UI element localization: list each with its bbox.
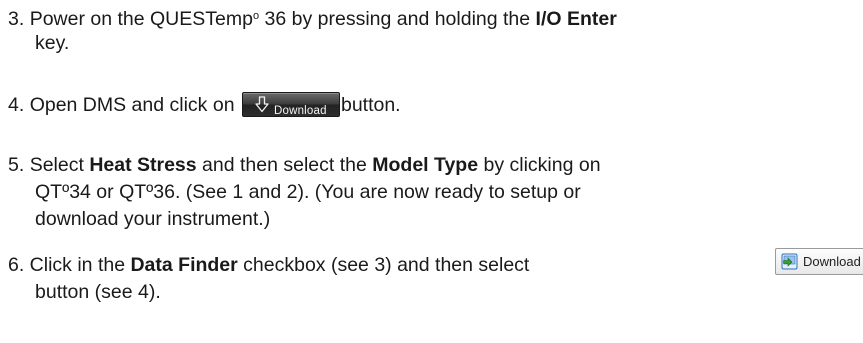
download-device-icon (781, 253, 798, 270)
step-3-text-a: Power on the QUESTemp (29, 8, 253, 30)
step-5-number: 5. (8, 154, 25, 176)
step-5-text-c: by clicking on (478, 154, 601, 176)
step-6-line-2-text: button (see 4). (35, 281, 161, 303)
step-3-text-b: 36 by pressing and holding the (259, 8, 536, 30)
step-6-text-b: checkbox (see 3) and then select (237, 254, 530, 276)
step-5-line-2: QTº34 or QTº36. (See 1 and 2). (You are … (8, 179, 581, 206)
step-4-text-a: Open DMS and click on (29, 94, 235, 116)
step-4: 4. Open DMS and click on Download button… (8, 92, 401, 119)
step-5: 5. Select Heat Stress and then select th… (8, 152, 601, 179)
model-type-label: Model Type (372, 154, 479, 176)
data-finder-download-button[interactable]: Download (775, 248, 863, 275)
dms-download-button-label: Download (273, 105, 327, 117)
step-5-text-b: and then select the (196, 154, 373, 176)
step-5-text-a: Select (29, 154, 90, 176)
download-arrow-icon (255, 96, 269, 113)
step-5-line-3: download your instrument.) (8, 206, 270, 233)
step-3-number: 3. (8, 8, 25, 30)
io-enter-key: I/O Enter (535, 8, 617, 30)
step-6-number: 6. (8, 254, 25, 276)
step-3: 3. Power on the QUESTempo 36 by pressing… (8, 3, 617, 33)
heat-stress-label: Heat Stress (89, 154, 197, 176)
data-finder-label: Data Finder (130, 254, 238, 276)
dms-download-button[interactable]: Download (241, 92, 340, 117)
step-5-line-2-text: QTº34 or QTº36. (See 1 and 2). (You are … (35, 181, 581, 203)
step-4-text-b: button. (340, 94, 401, 116)
step-5-line-3-text: download your instrument.) (35, 208, 271, 230)
data-finder-download-button-label: Download (803, 254, 861, 269)
step-6-line-2: button (see 4). (8, 279, 161, 306)
step-3-line-2: key. (8, 30, 69, 57)
step-6-text-a: Click in the (24, 254, 131, 276)
step-3-text-c: key. (35, 32, 70, 54)
step-6: 6. Click in the Data Finder checkbox (se… (8, 252, 529, 279)
step-4-number: 4. (8, 94, 25, 116)
